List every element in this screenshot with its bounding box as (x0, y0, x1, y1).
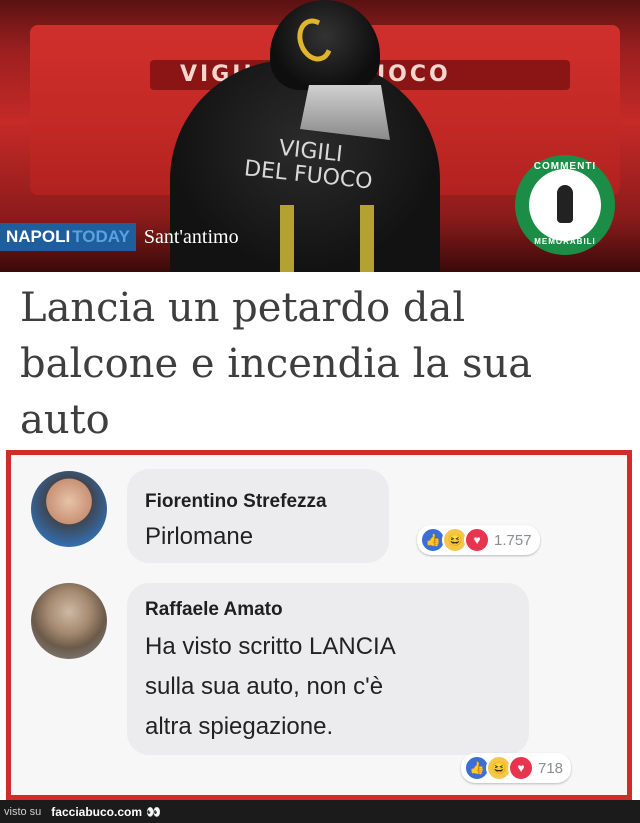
badge-bottom-text: MEMORABILI (534, 237, 596, 246)
commenti-memorabili-badge: COMMENTI MEMORABILI (515, 155, 615, 255)
source-logo: NAPOLI TODAY Sant'antimo (0, 223, 239, 251)
comment-bubble: Raffaele Amato Ha visto scritto LANCIA s… (127, 583, 529, 755)
love-icon: ♥ (464, 527, 490, 553)
eyes-icon: 👀 (146, 804, 161, 819)
comment-author[interactable]: Fiorentino Strefezza (145, 491, 327, 513)
reaction-count: 718 (538, 759, 564, 777)
love-icon: ♥ (508, 755, 534, 781)
footer-site-link[interactable]: facciabuco.com (51, 805, 142, 819)
footer-prefix: visto su (4, 805, 42, 818)
source-name-part1: NAPOLI (0, 223, 73, 251)
reactions-summary[interactable]: 👍 😆 ♥ 1.757 (417, 525, 540, 555)
location-label: Sant'antimo (143, 225, 239, 248)
avatar[interactable] (31, 583, 107, 659)
comment-text-line: sulla sua auto, non c'è (145, 673, 384, 700)
comments-highlight-frame: Fiorentino Strefezza Pirlomane 👍 😆 ♥ 1.7… (6, 450, 632, 800)
comment-author[interactable]: Raffaele Amato (145, 599, 283, 621)
reactions-summary[interactable]: 👍 😆 ♥ 718 (461, 753, 572, 783)
comment-text-line: altra spiegazione. (145, 713, 334, 740)
badge-inner-circle (529, 169, 601, 241)
reaction-count: 1.757 (494, 531, 532, 549)
reflective-stripe (280, 205, 294, 272)
reflective-stripe (360, 205, 374, 272)
article-headline: Lancia un petardo dal balcone e incendia… (20, 285, 533, 443)
comment-bubble: Fiorentino Strefezza Pirlomane 👍 😆 ♥ 1.7… (127, 469, 540, 563)
watermark-footer: visto su facciabuco.com 👀 (0, 800, 640, 823)
avatar[interactable] (31, 471, 107, 547)
hero-photo: VIGILI DEL FUOCO VIGILI DEL FUOCO NAPOLI… (0, 0, 640, 272)
source-name-part2: TODAY (72, 223, 136, 251)
comment-text: Pirlomane (145, 523, 254, 550)
comment-text-line: Ha visto scritto LANCIA (145, 633, 396, 660)
bearded-face-icon (557, 185, 573, 223)
